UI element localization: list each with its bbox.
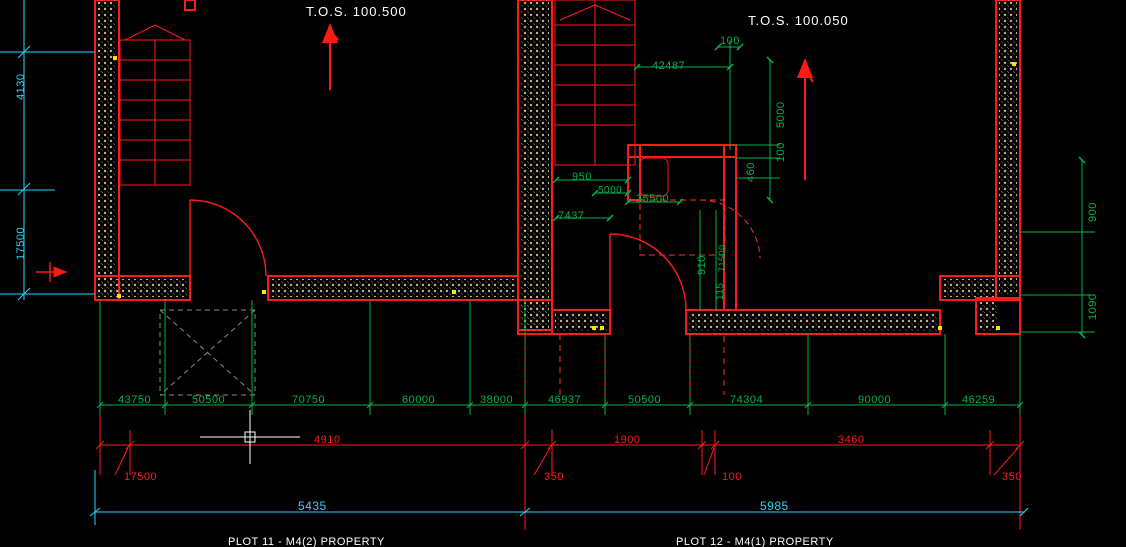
gh-3: 70750 (292, 395, 325, 406)
rh-1900: 1900 (614, 435, 640, 446)
dim-460v: 460 (746, 162, 757, 182)
cyan-5435: 5435 (298, 500, 327, 512)
gh-2: 50500 (192, 395, 225, 406)
rh-3460: 3460 (838, 435, 864, 446)
dim-42487: 42487 (652, 61, 685, 72)
gh-1: 43750 (118, 395, 151, 406)
dim-v-17500: 17500 (16, 227, 27, 260)
rs-100: 100 (722, 472, 742, 483)
dim-v-4130: 4130 (16, 74, 27, 100)
drawing-canvas (0, 0, 1126, 547)
gh-5: 38000 (480, 395, 513, 406)
gh-8: 74304 (730, 395, 763, 406)
dim-910: 910 (697, 255, 708, 275)
gh-4: 60000 (402, 395, 435, 406)
dim-35500: 35500 (636, 194, 669, 205)
tos-right-label: T.O.S. 100.050 (748, 14, 849, 27)
dim-5000v: 5000 (776, 102, 787, 128)
rs-17500: 17500 (124, 472, 157, 483)
dim-rv-900: 900 (1088, 202, 1099, 222)
gh-9: 90000 (858, 395, 891, 406)
dim-rv-1090: 1090 (1088, 294, 1099, 320)
rh-4910: 4910 (314, 435, 340, 446)
dim-7437: 7437 (558, 211, 584, 222)
dim-5000h: 5000 (598, 186, 622, 196)
plot-right-label: PLOT 12 - M4(1) PROPERTY (676, 537, 834, 547)
gh-7: 50500 (628, 395, 661, 406)
dim-115: 115 (716, 283, 726, 300)
dim-950: 950 (572, 172, 592, 183)
rs-350b: 350 (1002, 472, 1022, 483)
plot-left-label: PLOT 11 - M4(2) PROPERTY (228, 537, 385, 547)
gh-10: 46259 (962, 395, 995, 406)
cad-viewport[interactable]: T.O.S. 100.500 T.O.S. 100.050 4130 17500… (0, 0, 1126, 547)
cyan-5985: 5985 (760, 500, 789, 512)
dim-100v: 100 (776, 142, 787, 162)
rs-350a: 350 (544, 472, 564, 483)
gh-6: 46937 (548, 395, 581, 406)
dim-100-top: 100 (720, 36, 740, 47)
tos-left-label: T.O.S. 100.500 (306, 5, 407, 18)
dim-71500: 71500 (718, 244, 727, 272)
